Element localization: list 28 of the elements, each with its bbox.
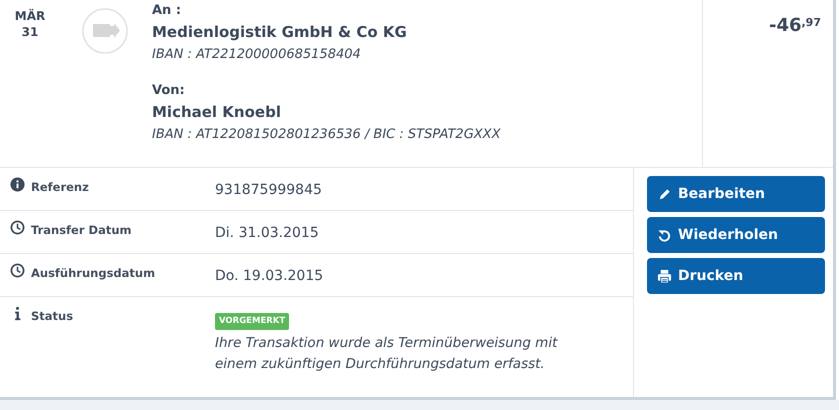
detail-label: Referenz <box>31 179 89 196</box>
repeat-icon <box>657 228 672 242</box>
party-name: Medienlogistik GmbH & Co KG <box>152 22 408 43</box>
printer-icon <box>657 268 672 284</box>
amount: -46$^{,97}$ <box>768 15 821 36</box>
party-name: Michael Knoebl <box>152 102 282 123</box>
detail-label: Transfer Datum <box>31 222 132 239</box>
status-badge: VORGEMERKT <box>215 313 290 330</box>
account-number: IBAN : AT122081502801236536 / BIC : STSPAT2GXXX <box>152 126 502 144</box>
detail-label: Ausführungsdatum <box>31 265 156 282</box>
detail-value: Do. 19.03.2015 <box>215 268 324 284</box>
detail-label: Status <box>31 308 74 325</box>
info-icon <box>10 177 25 192</box>
action-button[interactable]: Drucken <box>647 258 825 294</box>
action-button[interactable]: Wiederholen <box>647 217 825 253</box>
date-month: MÄR <box>14 8 46 24</box>
account-number: IBAN : AT221200000685158404 <box>152 46 362 64</box>
pencil-icon <box>657 186 672 202</box>
clock-icon <box>10 220 25 235</box>
status-message: Ihre Transaktion wurde als Terminüberweisung mit einem zukünftigen Durchführungsdatum erfasst. <box>215 334 559 374</box>
party-label: An : <box>152 2 182 20</box>
detail-value: 931875999845 <box>215 182 322 198</box>
date-day: 31 <box>0 24 60 40</box>
action-button[interactable]: Bearbeiten <box>647 176 825 212</box>
clock-icon <box>10 263 25 278</box>
party-label: Von: <box>152 82 186 100</box>
detail-value: Di. 31.03.2015 <box>215 225 319 241</box>
card-icon <box>82 8 128 54</box>
